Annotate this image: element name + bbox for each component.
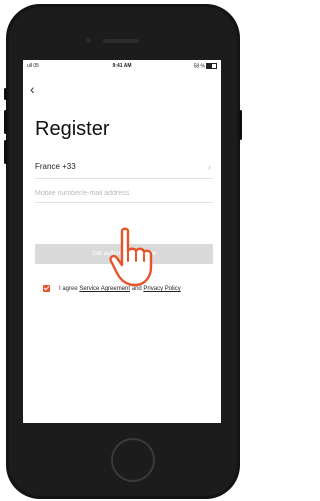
- battery-percent: 58 %: [193, 63, 205, 70]
- country-selector[interactable]: France +33 ›: [35, 162, 213, 179]
- pointing-hand-icon: [109, 227, 153, 287]
- status-time: 9:41 AM: [112, 63, 132, 69]
- side-button-power: [239, 110, 242, 140]
- side-button-mute: [4, 88, 7, 100]
- side-button-volume-down: [4, 140, 7, 164]
- earpiece-speaker: [103, 39, 139, 43]
- battery-icon: [206, 63, 217, 69]
- side-button-volume-up: [4, 110, 7, 134]
- chevron-right-icon: ›: [208, 162, 211, 172]
- status-bar: ull 05 9:41 AM 58 %: [23, 62, 221, 72]
- front-camera: [86, 38, 91, 43]
- agree-prefix: I agree: [59, 286, 78, 293]
- country-label: France +33: [35, 162, 76, 171]
- home-button[interactable]: [111, 438, 155, 482]
- back-button[interactable]: ‹: [30, 82, 35, 96]
- battery-indicator: 58 %: [194, 63, 217, 69]
- chevron-left-icon: ‹: [30, 81, 35, 97]
- page-title: Register: [35, 118, 110, 140]
- contact-field[interactable]: [35, 184, 213, 203]
- agreement-checkbox[interactable]: [43, 285, 50, 292]
